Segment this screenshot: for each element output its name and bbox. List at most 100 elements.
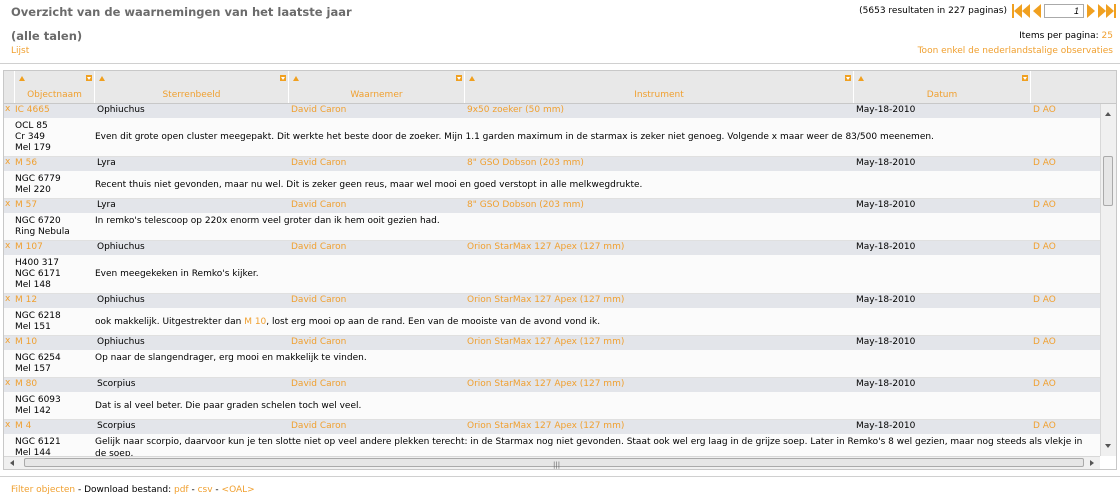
sort-up-icon[interactable] [858,76,864,81]
col-instrument[interactable]: Instrument [465,71,854,103]
download-csv-link[interactable]: csv [198,485,213,495]
scroll-left-icon[interactable] [10,460,14,466]
object-link[interactable]: M 80 [15,379,37,389]
observer-link[interactable]: David Caron [291,337,346,347]
instrument-link[interactable]: 9x50 zoeker (50 mm) [467,105,564,115]
details-link[interactable]: D AO [1033,295,1056,305]
remove-icon[interactable]: x [5,420,10,430]
scroll-down-icon[interactable] [1105,444,1111,448]
col-datum[interactable]: Datum [854,71,1031,103]
observation-row[interactable]: x M 12 Ophiuchus David Caron Orion StarM… [4,294,1100,308]
remove-icon[interactable]: x [5,336,10,346]
column-menu-icon[interactable] [1022,75,1028,81]
instrument-link[interactable]: Orion StarMax 127 Apex (127 mm) [467,421,624,431]
description-text: Gelijk naar scorpio, daarvoor kun je ten… [95,437,1083,456]
remove-icon[interactable]: x [5,294,10,304]
instrument-link[interactable]: Orion StarMax 127 Apex (127 mm) [467,379,624,389]
details-link[interactable]: D AO [1033,242,1056,252]
observer-link[interactable]: David Caron [291,379,346,389]
constellation: Lyra [97,158,116,168]
object-link[interactable]: M 57 [15,200,37,210]
first-page-icon[interactable] [1012,4,1030,18]
column-menu-icon[interactable] [845,75,851,81]
observation-row[interactable]: x M 80 Scorpius David Caron Orion StarMa… [4,378,1100,392]
object-link[interactable]: M 12 [15,295,37,305]
alt-name: OCL 85 [15,121,48,131]
sort-up-icon[interactable] [469,76,475,81]
column-menu-icon[interactable] [456,75,462,81]
object-link[interactable]: M 107 [15,242,43,252]
sort-up-icon[interactable] [99,76,105,81]
col-objectnaam[interactable]: Objectnaam [15,71,95,103]
object-link[interactable]: M 4 [15,421,31,431]
horizontal-scrollbar[interactable]: ||| [4,456,1100,469]
instrument-link[interactable]: 8" GSO Dobson (203 mm) [467,158,584,168]
details-link[interactable]: D AO [1033,105,1056,115]
inline-object-link[interactable]: M 10 [244,317,266,327]
observer-link[interactable]: David Caron [291,200,346,210]
alt-name: Mel 151 [15,322,51,332]
observer-link[interactable]: David Caron [291,242,346,252]
date: May-18-2010 [856,337,916,347]
object-link[interactable]: IC 4665 [15,105,50,115]
description-row: NGC 6121 Mel 144 Gelijk naar scorpio, da… [4,434,1100,456]
instrument-link[interactable]: Orion StarMax 127 Apex (127 mm) [467,295,624,305]
instrument-link[interactable]: Orion StarMax 127 Apex (127 mm) [467,337,624,347]
constellation: Ophiuchus [97,242,145,252]
observation-row[interactable]: x M 56 Lyra David Caron 8" GSO Dobson (2… [4,157,1100,171]
vertical-scrollbar[interactable] [1100,104,1116,456]
remove-icon[interactable]: x [5,104,10,114]
dutch-only-link[interactable]: Toon enkel de nederlandstalige observati… [918,46,1113,56]
observation-row[interactable]: x M 10 Ophiuchus David Caron Orion StarM… [4,336,1100,350]
observation-row[interactable]: x M 57 Lyra David Caron 8" GSO Dobson (2… [4,199,1100,213]
observer-link[interactable]: David Caron [291,295,346,305]
remove-icon[interactable]: x [5,378,10,388]
divider [0,476,1120,477]
page-number-input[interactable] [1044,4,1084,18]
remove-icon[interactable]: x [5,199,10,209]
instrument-link[interactable]: 8" GSO Dobson (203 mm) [467,200,584,210]
list-link[interactable]: Lijst [11,46,29,56]
observation-row[interactable]: x IC 4665 Ophiuchus David Caron 9x50 zoe… [4,104,1100,118]
instrument-link[interactable]: Orion StarMax 127 Apex (127 mm) [467,242,624,252]
col-sterrenbeeld[interactable]: Sterrenbeeld [95,71,289,103]
date: May-18-2010 [856,158,916,168]
object-link[interactable]: M 10 [15,337,37,347]
observer-link[interactable]: David Caron [291,105,346,115]
description-text: Even meegekeken in Remko's kijker. [95,269,259,279]
col-waarnemer-label: Waarnemer [350,90,403,100]
sort-up-icon[interactable] [293,76,299,81]
items-per-page-value[interactable]: 25 [1102,31,1113,41]
download-pdf-link[interactable]: pdf [174,485,189,495]
date: May-18-2010 [856,295,916,305]
details-link[interactable]: D AO [1033,158,1056,168]
observation-row[interactable]: x M 4 Scorpius David Caron Orion StarMax… [4,420,1100,434]
column-menu-icon[interactable] [280,75,286,81]
remove-icon[interactable]: x [5,157,10,167]
scroll-thumb-horizontal[interactable]: ||| [24,458,1084,469]
scroll-right-icon[interactable] [1090,460,1094,466]
alt-name: Mel 142 [15,406,51,416]
observer-link[interactable]: David Caron [291,158,346,168]
observer-link[interactable]: David Caron [291,421,346,431]
filter-objects-link[interactable]: Filter objecten [11,485,75,495]
next-page-icon[interactable] [1087,4,1095,18]
prev-page-icon[interactable] [1033,4,1041,18]
sort-up-icon[interactable] [19,76,25,81]
col-waarnemer[interactable]: Waarnemer [289,71,465,103]
details-link[interactable]: D AO [1033,200,1056,210]
scroll-up-icon[interactable] [1105,112,1111,116]
alt-name: Cr 349 [15,132,46,142]
remove-icon[interactable]: x [5,241,10,251]
object-link[interactable]: M 56 [15,158,37,168]
download-oal-link[interactable]: <OAL> [222,485,255,495]
details-link[interactable]: D AO [1033,379,1056,389]
scroll-thumb[interactable] [1103,156,1113,206]
column-menu-icon[interactable] [86,75,92,81]
observation-row[interactable]: x M 107 Ophiuchus David Caron Orion Star… [4,241,1100,255]
alt-name: Ring Nebula [15,227,70,237]
details-link[interactable]: D AO [1033,421,1056,431]
last-page-icon[interactable] [1098,4,1116,18]
alt-name: Mel 144 [15,448,51,456]
details-link[interactable]: D AO [1033,337,1056,347]
